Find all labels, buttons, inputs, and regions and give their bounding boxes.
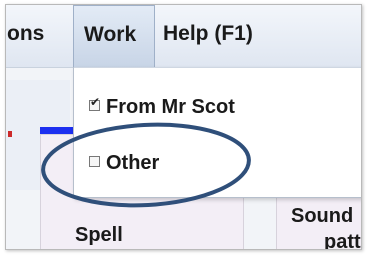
- highlight-ellipse: [41, 122, 251, 208]
- menu-separator: [74, 67, 361, 68]
- sound-card-label: Sound: [291, 205, 354, 227]
- menu-item-options[interactable]: ons: [7, 5, 44, 67]
- menu-item-work[interactable]: Work: [73, 5, 155, 68]
- checkbox-checked-icon[interactable]: ✔: [89, 96, 100, 111]
- spell-card-label: Spell: [75, 224, 123, 246]
- screenshot-frame: ons Work Help (F1) Spell Sound patt ✔ Fr…: [5, 4, 362, 250]
- checkmark-icon: ✔: [90, 95, 101, 109]
- sound-card-label-line2: patt: [324, 231, 361, 250]
- menu-bar: ons Work Help (F1): [6, 5, 361, 68]
- red-marker: [8, 131, 12, 137]
- menu-item-help[interactable]: Help (F1): [163, 5, 253, 67]
